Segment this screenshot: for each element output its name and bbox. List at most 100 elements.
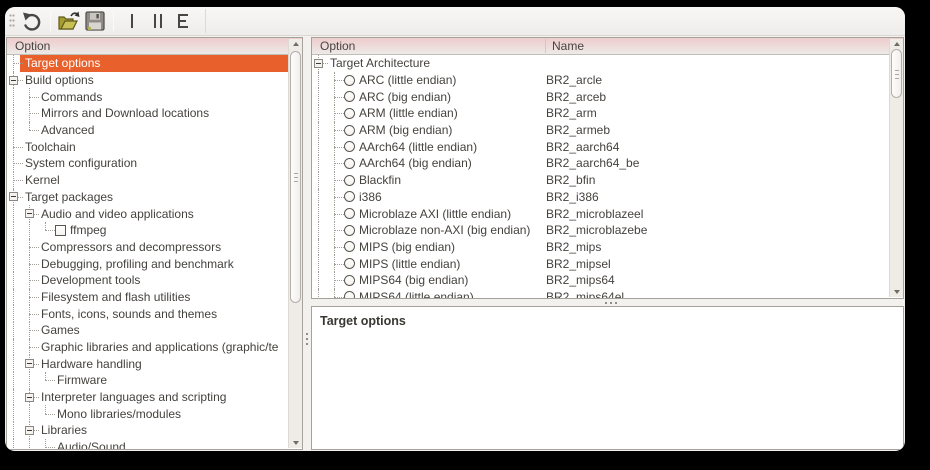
tree-row[interactable]: MIPS (little endian)BR2_mipsel (312, 255, 903, 272)
tree-row[interactable]: Audio/Sound (7, 439, 302, 449)
tree-item-label: ffmpeg (68, 223, 109, 237)
toolbar-edge-divider (205, 9, 206, 33)
full-view-button[interactable] (171, 9, 197, 34)
tree-row[interactable]: Kernel (7, 172, 302, 189)
tree-row[interactable]: MIPS64 (big endian)BR2_mips64 (312, 272, 903, 289)
tree-row[interactable]: AArch64 (little endian)BR2_aarch64 (312, 138, 903, 155)
tree-row[interactable]: AArch64 (big endian)BR2_aarch64_be (312, 155, 903, 172)
scroll-down-arrow-icon[interactable] (894, 290, 900, 294)
tree-row[interactable]: Libraries (7, 422, 302, 439)
right-vertical-scrollbar[interactable] (889, 39, 903, 297)
vertical-splitter[interactable] (303, 37, 311, 450)
tree-row[interactable]: Fonts, icons, sounds and themes (7, 305, 302, 322)
single-view-button[interactable] (119, 9, 145, 34)
tree-row[interactable]: Microblaze non-AXI (big endian)BR2_micro… (312, 222, 903, 239)
tree-row[interactable]: Graphic libraries and applications (grap… (7, 339, 302, 356)
tree-row[interactable]: Games (7, 322, 302, 339)
expand-minus-icon[interactable] (9, 76, 18, 85)
split-view-button[interactable] (145, 9, 171, 34)
radio-icon[interactable] (344, 175, 355, 186)
tree-row[interactable]: i386BR2_i386 (312, 189, 903, 206)
tree-row[interactable]: ARC (big endian)BR2_arceb (312, 88, 903, 105)
radio-icon[interactable] (344, 275, 355, 286)
tree-row[interactable]: Debugging, profiling and benchmark (7, 255, 302, 272)
expand-minus-icon[interactable] (25, 426, 34, 435)
tree-item-label: Microblaze AXI (little endian) (357, 207, 514, 221)
radio-icon[interactable] (344, 91, 355, 102)
tree-guide (312, 272, 328, 289)
tree-row[interactable]: MIPS (big endian)BR2_mips (312, 239, 903, 256)
radio-icon[interactable] (344, 191, 355, 202)
tree-row[interactable]: Filesystem and flash utilities (7, 289, 302, 306)
expand-minus-icon[interactable] (25, 393, 34, 402)
tree-item-label: Microblaze non-AXI (big endian) (357, 223, 533, 237)
scroll-up-arrow-icon[interactable] (894, 42, 900, 46)
left-vertical-scrollbar[interactable] (288, 39, 302, 448)
toolbar-grip-handle[interactable] (9, 13, 15, 29)
tree-row[interactable]: Mono libraries/modules (7, 405, 302, 422)
right-column-headers[interactable]: Option Name (312, 38, 903, 55)
tree-item-label: Fonts, icons, sounds and themes (39, 307, 220, 321)
tree-row[interactable]: ffmpeg (7, 222, 302, 239)
tree-row[interactable]: MIPS64 (little endian)BR2_mips64el (312, 289, 903, 298)
tree-row[interactable]: Audio and video applications (7, 205, 302, 222)
radio-icon[interactable] (344, 141, 355, 152)
radio-icon[interactable] (344, 258, 355, 269)
option-column-header[interactable]: Option (320, 39, 355, 53)
column-divider[interactable] (545, 39, 546, 53)
radio-icon[interactable] (344, 208, 355, 219)
checkbox-icon[interactable] (55, 225, 66, 236)
radio-icon[interactable] (344, 241, 355, 252)
radio-icon[interactable] (344, 108, 355, 119)
tree-row[interactable]: Build options (7, 72, 302, 89)
expand-minus-icon[interactable] (25, 359, 34, 368)
tree-row[interactable]: Target Architecture (312, 55, 903, 72)
tree-connector (7, 172, 23, 189)
tree-row[interactable]: Target packages (7, 189, 302, 206)
tree-row[interactable]: ARM (little endian)BR2_arm (312, 105, 903, 122)
tree-row[interactable]: Interpreter languages and scripting (7, 389, 302, 406)
expand-minus-icon[interactable] (9, 192, 18, 201)
tree-row[interactable]: ARC (little endian)BR2_arcle (312, 72, 903, 89)
radio-icon[interactable] (344, 125, 355, 136)
tree-guide (7, 389, 23, 406)
tree-item-label: ARC (big endian) (357, 90, 454, 104)
expand-minus-icon[interactable] (314, 59, 323, 68)
left-option-column-header[interactable]: Option (7, 38, 302, 55)
tree-row[interactable]: Firmware (7, 372, 302, 389)
tree-item-label: Target packages (23, 190, 116, 204)
scroll-down-arrow-icon[interactable] (293, 441, 299, 445)
tree-row[interactable]: Hardware handling (7, 355, 302, 372)
tree-row[interactable]: Compressors and decompressors (7, 239, 302, 256)
expand-minus-icon[interactable] (25, 209, 34, 218)
undo-button[interactable] (19, 9, 45, 34)
left-scrollbar-thumb[interactable] (290, 51, 301, 303)
radio-icon[interactable] (344, 158, 355, 169)
scroll-up-arrow-icon[interactable] (293, 42, 299, 46)
tree-row[interactable]: System configuration (7, 155, 302, 172)
tree-item-label: Target options (23, 56, 103, 70)
tree-row[interactable]: Commands (7, 88, 302, 105)
name-column-header[interactable]: Name (552, 38, 584, 54)
tree-row[interactable]: Target options (7, 55, 302, 72)
save-button[interactable] (82, 9, 108, 34)
config-symbol-name: BR2_aarch64_be (546, 156, 639, 170)
tree-item-label: Firmware (55, 373, 110, 387)
radio-icon[interactable] (344, 75, 355, 86)
right-scrollbar-thumb[interactable] (891, 49, 902, 98)
radio-icon[interactable] (344, 291, 355, 298)
tree-row[interactable]: ARM (big endian)BR2_armeb (312, 122, 903, 139)
tree-row[interactable]: Toolchain (7, 138, 302, 155)
radio-icon[interactable] (344, 225, 355, 236)
tree-row[interactable]: Mirrors and Download locations (7, 105, 302, 122)
tree-item-label: MIPS (little endian) (357, 257, 463, 271)
tree-row[interactable]: Microblaze AXI (little endian)BR2_microb… (312, 205, 903, 222)
tree-row[interactable]: Advanced (7, 122, 302, 139)
horizontal-splitter[interactable] (311, 299, 904, 306)
open-button[interactable] (56, 9, 82, 34)
tree-row[interactable]: Development tools (7, 272, 302, 289)
tree-guide (312, 289, 328, 298)
tree-connector (39, 405, 55, 422)
tree-connector (328, 105, 344, 122)
tree-row[interactable]: BlackfinBR2_bfin (312, 172, 903, 189)
